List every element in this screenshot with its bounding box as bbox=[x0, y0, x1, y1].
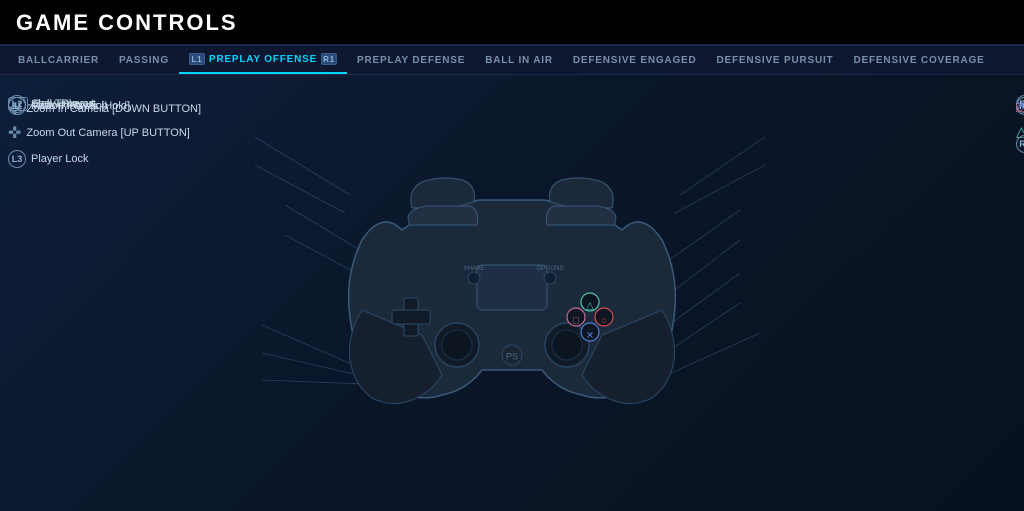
badge-l1: L1 bbox=[189, 53, 205, 65]
svg-text:OPTIONS: OPTIONS bbox=[536, 266, 563, 272]
tab-ball-in-air[interactable]: BALL IN AIR bbox=[475, 48, 563, 73]
dpad-icon-up: ✜ bbox=[8, 123, 21, 143]
label-zoom-out: Zoom Out Camera [UP BUTTON] ✜ bbox=[8, 123, 190, 143]
label-zoom-out-text: Zoom Out Camera [UP BUTTON] bbox=[26, 127, 189, 139]
label-snap-ball: ✕ Snap Ball bbox=[1016, 99, 1024, 113]
nav-tabs: BALLCARRIER PASSING L1 PREPLAY OFFENSE R… bbox=[0, 46, 1024, 75]
app: GAME CONTROLS BALLCARRIER PASSING L1 PRE… bbox=[0, 0, 1024, 511]
header: GAME CONTROLS bbox=[0, 0, 1024, 46]
main-content: △ □ ○ ✕ SHARE OPTIONS PS Show Playart L2 bbox=[0, 75, 1024, 504]
badge-l3: L3 bbox=[8, 150, 26, 168]
tab-defensive-engaged[interactable]: DEFENSIVE ENGAGED bbox=[563, 48, 707, 73]
svg-text:○: ○ bbox=[601, 315, 607, 326]
controller-image: △ □ ○ ✕ SHARE OPTIONS PS bbox=[322, 150, 702, 430]
svg-text:□: □ bbox=[573, 315, 579, 326]
svg-text:PS: PS bbox=[506, 351, 518, 361]
label-player-lock-text: Player Lock bbox=[31, 153, 88, 165]
tab-defensive-pursuit[interactable]: DEFENSIVE PURSUIT bbox=[707, 48, 844, 73]
page-title: GAME CONTROLS bbox=[16, 10, 1008, 36]
label-call-timeout: Call Timeout bbox=[8, 97, 94, 111]
label-player-lock: Player Lock L3 bbox=[8, 150, 88, 168]
cross-icon: ✕ bbox=[1016, 99, 1024, 113]
tab-preplay-defense[interactable]: PREPLAY DEFENSE bbox=[347, 48, 475, 73]
svg-text:SHARE: SHARE bbox=[464, 266, 485, 272]
tab-passing[interactable]: PASSING bbox=[109, 48, 179, 73]
label-preplay-menu: R3 Pre-Play Menu bbox=[1016, 135, 1024, 153]
badge-timeout bbox=[8, 97, 28, 111]
tab-ballcarrier[interactable]: BALLCARRIER bbox=[8, 48, 109, 73]
svg-text:△: △ bbox=[586, 300, 594, 311]
tab-defensive-coverage[interactable]: DEFENSIVE COVERAGE bbox=[843, 48, 994, 73]
badge-r3: R3 bbox=[1016, 135, 1024, 153]
badge-r1: R1 bbox=[321, 53, 337, 65]
tab-preplay-offense[interactable]: L1 PREPLAY OFFENSE R1 bbox=[179, 46, 347, 74]
svg-text:✕: ✕ bbox=[586, 330, 594, 341]
label-call-timeout-text: Call Timeout bbox=[33, 98, 94, 110]
